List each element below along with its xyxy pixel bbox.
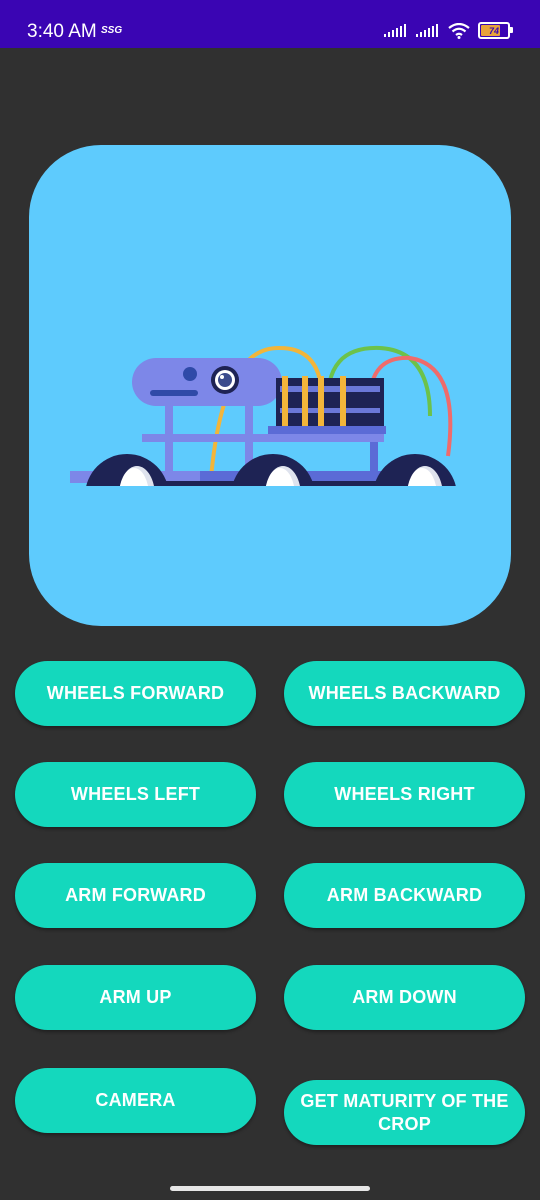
home-indicator[interactable] <box>170 1186 370 1191</box>
camera-body <box>132 357 282 406</box>
arm-forward-button[interactable]: ARM FORWARD <box>15 863 256 928</box>
get-maturity-button[interactable]: GET MATURITY OF THE CROP <box>284 1080 525 1145</box>
wheel-middle <box>232 453 314 486</box>
hero-card <box>29 145 511 626</box>
robot-car-illustration <box>70 345 456 486</box>
wheel-left <box>86 453 168 486</box>
signal-icon <box>384 23 406 37</box>
wheels-left-button[interactable]: WHEELS LEFT <box>15 762 256 827</box>
battery-level: 74 <box>488 25 499 36</box>
arm-backward-button[interactable]: ARM BACKWARD <box>284 863 525 928</box>
wifi-icon <box>448 22 470 39</box>
camera-button[interactable]: CAMERA <box>15 1068 256 1133</box>
arm-down-button[interactable]: ARM DOWN <box>284 965 525 1030</box>
wheels-backward-button[interactable]: WHEELS BACKWARD <box>284 661 525 726</box>
status-time: 3:40 AM <box>27 21 97 42</box>
arm-up-button[interactable]: ARM UP <box>15 965 256 1030</box>
circuit-board <box>276 377 384 426</box>
wheel-right <box>374 453 456 486</box>
wheels-forward-button[interactable]: WHEELS FORWARD <box>15 661 256 726</box>
wheels-right-button[interactable]: WHEELS RIGHT <box>284 762 525 827</box>
signal-icon-2 <box>416 23 438 37</box>
status-bar: 3:40 AM SSG 74 <box>0 0 540 48</box>
battery-nub <box>510 27 513 33</box>
status-icons: 74 <box>384 22 513 39</box>
network-label: SSG <box>101 25 123 36</box>
battery-icon: 74 <box>478 22 513 39</box>
